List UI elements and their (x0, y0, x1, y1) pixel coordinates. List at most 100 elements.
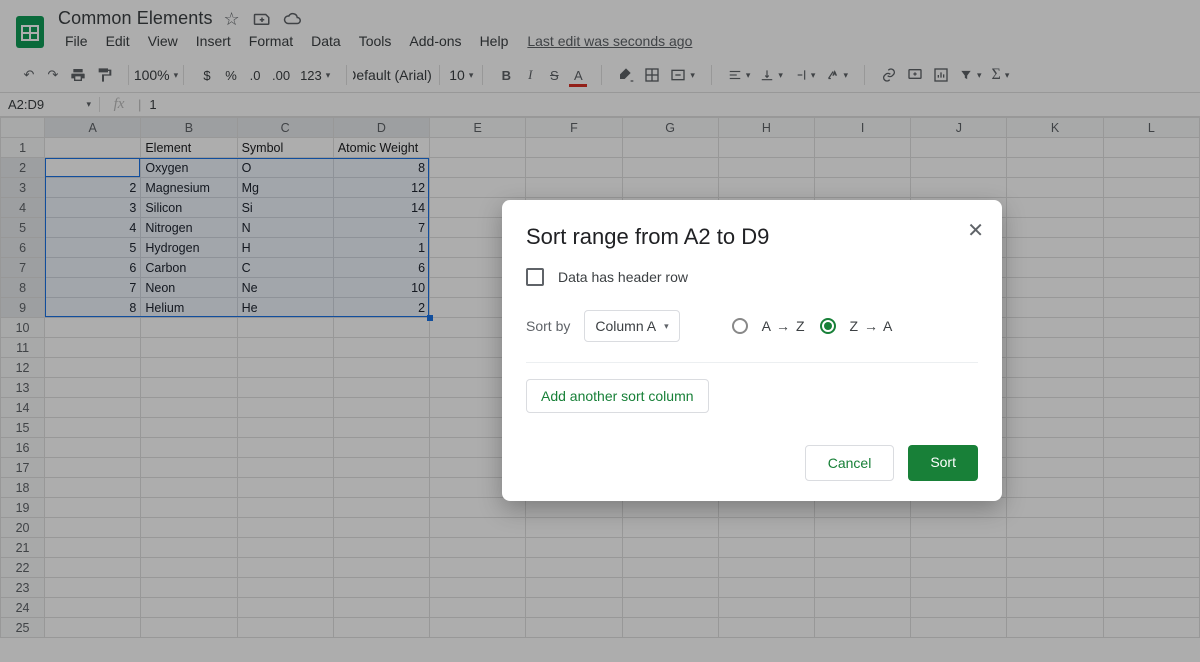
cell-D12[interactable] (333, 358, 429, 378)
cell-C25[interactable] (237, 618, 333, 638)
row-header-3[interactable]: 3 (1, 178, 45, 198)
menu-data[interactable]: Data (304, 31, 348, 51)
sort-column-select[interactable]: Column A ▾ (584, 310, 679, 342)
cell-H24[interactable] (718, 598, 814, 618)
cell-B5[interactable]: Nitrogen (141, 218, 237, 238)
cell-H25[interactable] (718, 618, 814, 638)
cell-D17[interactable] (333, 458, 429, 478)
menu-insert[interactable]: Insert (189, 31, 238, 51)
formula-input[interactable]: 1 (141, 97, 156, 112)
cell-J20[interactable] (911, 518, 1007, 538)
cell-D8[interactable]: 10 (333, 278, 429, 298)
cell-I22[interactable] (814, 558, 910, 578)
cell-A24[interactable] (45, 598, 141, 618)
cell-L21[interactable] (1103, 538, 1199, 558)
cell-H21[interactable] (718, 538, 814, 558)
cell-C8[interactable]: Ne (237, 278, 333, 298)
undo-icon[interactable]: ↶ (18, 62, 40, 88)
cell-B17[interactable] (141, 458, 237, 478)
cell-B13[interactable] (141, 378, 237, 398)
menu-tools[interactable]: Tools (352, 31, 399, 51)
column-header-E[interactable]: E (430, 118, 526, 138)
cell-A2[interactable]: 1 (45, 158, 141, 178)
cell-A20[interactable] (45, 518, 141, 538)
cell-K18[interactable] (1007, 478, 1103, 498)
cell-D9[interactable]: 2 (333, 298, 429, 318)
cell-E22[interactable] (430, 558, 526, 578)
cell-C7[interactable]: C (237, 258, 333, 278)
cell-F22[interactable] (526, 558, 622, 578)
add-sort-column-button[interactable]: Add another sort column (526, 379, 709, 413)
cell-F20[interactable] (526, 518, 622, 538)
cell-F21[interactable] (526, 538, 622, 558)
cell-F23[interactable] (526, 578, 622, 598)
cell-F1[interactable] (526, 138, 622, 158)
cell-B16[interactable] (141, 438, 237, 458)
cell-A9[interactable]: 8 (45, 298, 141, 318)
cell-A18[interactable] (45, 478, 141, 498)
cell-G20[interactable] (622, 518, 718, 538)
cell-A22[interactable] (45, 558, 141, 578)
cell-D20[interactable] (333, 518, 429, 538)
cell-C6[interactable]: H (237, 238, 333, 258)
cell-C12[interactable] (237, 358, 333, 378)
column-header-F[interactable]: F (526, 118, 622, 138)
cell-G24[interactable] (622, 598, 718, 618)
cell-F3[interactable] (526, 178, 622, 198)
cell-L8[interactable] (1103, 278, 1199, 298)
sort-button[interactable]: Sort (908, 445, 978, 481)
cell-K2[interactable] (1007, 158, 1103, 178)
cell-C24[interactable] (237, 598, 333, 618)
cell-L19[interactable] (1103, 498, 1199, 518)
row-header-25[interactable]: 25 (1, 618, 45, 638)
cell-J1[interactable] (911, 138, 1007, 158)
row-header-12[interactable]: 12 (1, 358, 45, 378)
row-header-18[interactable]: 18 (1, 478, 45, 498)
cell-D5[interactable]: 7 (333, 218, 429, 238)
cell-K7[interactable] (1007, 258, 1103, 278)
cell-C4[interactable]: Si (237, 198, 333, 218)
row-header-1[interactable]: 1 (1, 138, 45, 158)
cell-C16[interactable] (237, 438, 333, 458)
menu-file[interactable]: File (58, 31, 95, 51)
cell-L5[interactable] (1103, 218, 1199, 238)
cell-A13[interactable] (45, 378, 141, 398)
cell-E25[interactable] (430, 618, 526, 638)
cell-G21[interactable] (622, 538, 718, 558)
text-rotation-icon[interactable]: A (821, 62, 852, 88)
cell-L16[interactable] (1103, 438, 1199, 458)
cell-I3[interactable] (814, 178, 910, 198)
column-header-D[interactable]: D (333, 118, 429, 138)
cell-K11[interactable] (1007, 338, 1103, 358)
borders-icon[interactable] (640, 62, 664, 88)
cell-I20[interactable] (814, 518, 910, 538)
close-icon[interactable]: ✕ (967, 218, 984, 243)
cell-K22[interactable] (1007, 558, 1103, 578)
column-header-H[interactable]: H (718, 118, 814, 138)
font-family-select[interactable]: Default (Arial) (353, 62, 433, 88)
cell-K21[interactable] (1007, 538, 1103, 558)
cell-D23[interactable] (333, 578, 429, 598)
row-header-4[interactable]: 4 (1, 198, 45, 218)
cell-L18[interactable] (1103, 478, 1199, 498)
cell-B10[interactable] (141, 318, 237, 338)
cell-A1[interactable] (45, 138, 141, 158)
cell-L10[interactable] (1103, 318, 1199, 338)
cell-L11[interactable] (1103, 338, 1199, 358)
italic-icon[interactable]: I (519, 62, 541, 88)
cell-G1[interactable] (622, 138, 718, 158)
cell-C19[interactable] (237, 498, 333, 518)
format-percent[interactable]: % (220, 62, 242, 88)
cell-C11[interactable] (237, 338, 333, 358)
cell-L9[interactable] (1103, 298, 1199, 318)
cell-J22[interactable] (911, 558, 1007, 578)
cell-A19[interactable] (45, 498, 141, 518)
cell-A25[interactable] (45, 618, 141, 638)
cell-K1[interactable] (1007, 138, 1103, 158)
cell-I21[interactable] (814, 538, 910, 558)
cell-D2[interactable]: 8 (333, 158, 429, 178)
row-header-7[interactable]: 7 (1, 258, 45, 278)
cell-L24[interactable] (1103, 598, 1199, 618)
column-header-B[interactable]: B (141, 118, 237, 138)
menu-addons[interactable]: Add-ons (402, 31, 468, 51)
